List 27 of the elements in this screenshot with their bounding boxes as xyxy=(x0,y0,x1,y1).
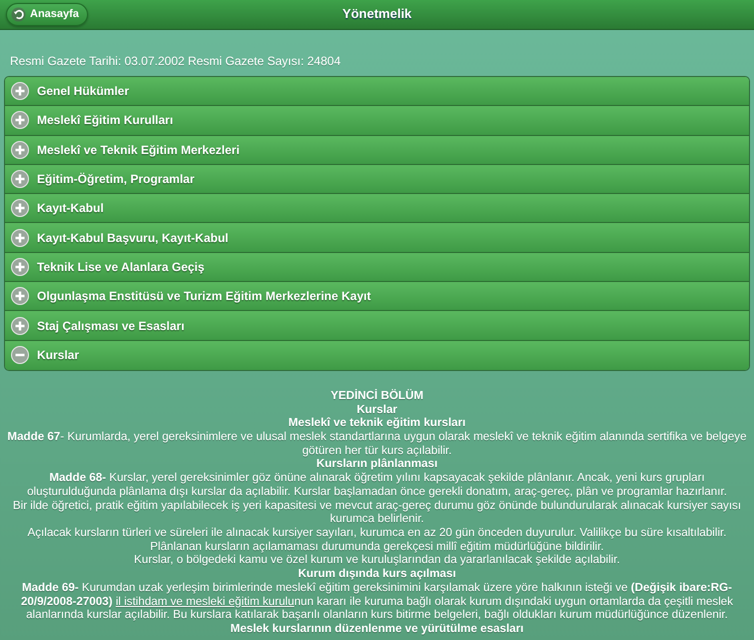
paragraph: Bir ilde öğretici, pratik eğitim yapılabilecek iş yeri kapasitesi ve mevcut araç-gereç durumu göz önünde bulundurularak alınacak kursiyer sayısı kurumca belirlenir. xyxy=(12,498,742,526)
section-header[interactable]: Genel Hükümler xyxy=(5,77,749,106)
paragraph: Madde 68- Kurslar, yerel gereksinimler göz önüne alınarak öğretim yılını kapsayacak şekilde plânlanır. Ancak, yeni kurs grupları oluşturulduğunda plânlama dışı kurslar da açılabilir. Kurslar başlamadan önce gerekli donatım, araç-gereç, plân ve programlar hazırlanır. xyxy=(26,471,728,499)
section-heading: Meslekî ve teknik eğitim kursları xyxy=(287,416,467,430)
section-header[interactable]: Meslekî ve Teknik Eğitim Merkezleri xyxy=(5,136,749,165)
section-header[interactable]: Kayıt-Kabul xyxy=(5,194,749,224)
paragraph: Madde 67- Kurumlarda, yerel gereksinimlere ve ulusal meslek standartlarına uygun olarak meslekî ve teknik eğitim alanında sertifika ve belgeye götüren her tür kurs açılabilir. xyxy=(6,430,748,458)
home-button[interactable]: Anasayfa xyxy=(6,3,88,26)
section-header[interactable]: Kayıt-Kabul Başvuru, Kayıt-Kabul xyxy=(5,223,749,253)
section-header[interactable]: Teknik Lise ve Alanlara Geçiş xyxy=(5,252,749,282)
section-header[interactable]: Kurslar xyxy=(5,340,749,370)
section-header[interactable]: Staj Çalışması ve Esasları xyxy=(5,311,749,341)
section-header[interactable]: Eğitim-Öğretim, Programlar xyxy=(5,164,749,194)
page-title: Yönetmelik xyxy=(342,5,412,23)
section-heading: Meslek kurslarının düzenlenme ve yürütülme esasları xyxy=(229,622,525,636)
link[interactable]: il istihdam ve mesleki eğitim kurulu xyxy=(116,594,294,608)
paragraph: Kurslar, o bölgedeki kamu ve özel kurum ve kuruluşlarından da yararlanılacak şekilde açılabilir. xyxy=(133,553,621,568)
section-heading: YEDİNCİ BÖLÜM xyxy=(330,388,424,403)
paragraph: Madde 69- Kurumdan uzak yerleşim birimlerinde meslekî eğitim gereksinimini karşılamak üzere yöre halkının isteği ve (Değişik ibare:RG-20/9/2008-27003) il istihdam ve mesleki eğitim kurulunun kararı ile kuruma bağlı olarak kurum dışındaki uygun ortamlarda da çeşitli meslek alanlarında kurslar açılabilir. Bu kurslara katılarak başarılı olanların kurs bitirme belgeleri, bağlı oldukları kurum müdürlüğünce düzenlenir. xyxy=(20,580,734,622)
section-header[interactable]: Olgunlaşma Enstitüsü ve Turizm Eğitim Merkezlerine Kayıt xyxy=(5,282,749,312)
section-heading: Kurum dışında kurs açılması xyxy=(297,567,457,581)
section-heading: Kurslar xyxy=(356,402,398,416)
paragraph: Plânlanan kursların açılamaması durumunda gerekçesi millî eğitim müdürlüğüne bildirilir. xyxy=(149,540,605,554)
section-heading: Kursların plânlanması xyxy=(315,457,439,472)
gazette-info: Resmi Gazete Tarihi: 03.07.2002 Resmi Gazete Sayısı: 24804 xyxy=(9,53,342,70)
paragraph: Açılacak kursların türleri ve süreleri ile alınacak kursiyer sayıları, kurumca en az 20 gün önceden duyurulur. Valilikçe bu süre kısaltılabilir. xyxy=(26,526,728,540)
section-header[interactable]: Meslekî Eğitim Kurulları xyxy=(5,106,749,136)
